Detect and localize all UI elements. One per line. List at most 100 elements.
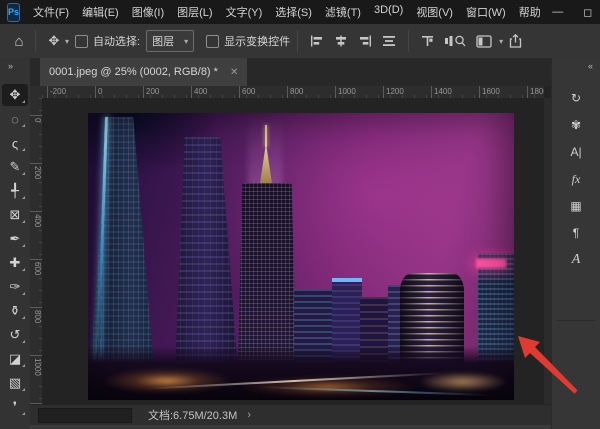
- home-icon[interactable]: ⌂: [10, 30, 28, 52]
- auto-select-value: 图层: [152, 33, 174, 49]
- ruler-label: 200: [30, 163, 42, 179]
- titlebar: Ps 文件(F) 编辑(E) 图像(I) 图层(L) 文字(Y) 选择(S) 滤镜(T) 3D…: [0, 0, 600, 24]
- zoom-percent-field[interactable]: [38, 408, 132, 423]
- auto-select-dropdown[interactable]: 图层 ▾: [146, 30, 194, 52]
- auto-select-checkbox[interactable]: [75, 35, 88, 48]
- canvas-pasteboard: [42, 98, 544, 405]
- color-panel-icon[interactable]: ✾: [563, 115, 589, 135]
- document-tab-bar: 0001.jpeg @ 25% (0002, RGB/8) * ✕: [30, 58, 552, 86]
- minimize-button[interactable]: —: [543, 6, 573, 18]
- divider: [557, 320, 595, 321]
- pink-neon-sign: [476, 259, 506, 268]
- elliptical-marquee-tool[interactable]: ◌: [2, 108, 28, 130]
- swatches-panel-icon[interactable]: ▦: [563, 196, 589, 216]
- menu-item[interactable]: 编辑(E): [80, 3, 121, 21]
- photoshop-window: Ps 文件(F) 编辑(E) 图像(I) 图层(L) 文字(Y) 选择(S) 滤镜(T) 3D…: [0, 0, 600, 429]
- separator: [35, 30, 36, 52]
- distribute-icon[interactable]: [382, 35, 396, 47]
- ruler-label: 800: [30, 307, 42, 323]
- workspace-switcher-icon[interactable]: [476, 35, 492, 48]
- panel-icon-list: ↻ ✾ A| fx ▦ ¶ A: [552, 88, 600, 270]
- eyedropper-tool[interactable]: ✒: [2, 228, 28, 250]
- separator: [297, 30, 298, 52]
- lasso-tool[interactable]: ς: [2, 132, 28, 154]
- menu-item[interactable]: 3D(D): [372, 3, 405, 21]
- document-tab-title: 0001.jpeg @ 25% (0002, RGB/8) *: [49, 66, 218, 78]
- show-transform-label: 显示变换控件: [224, 33, 290, 49]
- collapse-tools-icon[interactable]: »: [8, 61, 13, 71]
- ruler-label: 1600: [479, 86, 500, 98]
- chevron-down-icon[interactable]: ▾: [499, 37, 503, 46]
- chevron-down-icon: ▾: [184, 37, 188, 46]
- menu-item[interactable]: 文字(Y): [224, 3, 265, 21]
- paragraph-panel-icon[interactable]: ¶: [563, 223, 589, 243]
- ruler-label: -200: [47, 86, 66, 98]
- ruler-label: 600: [239, 86, 255, 98]
- move-tool[interactable]: ✥: [2, 84, 28, 106]
- ruler-label: 0: [95, 86, 102, 98]
- menu-item[interactable]: 窗口(W): [464, 3, 508, 21]
- menubar: 文件(F) 编辑(E) 图像(I) 图层(L) 文字(Y) 选择(S) 滤镜(T) 3D(D)…: [31, 3, 543, 21]
- options-bar: ⌂ ✥ ▾ 自动选择: 图层 ▾ 显示变换控件 ▾: [0, 24, 600, 59]
- show-transform-checkbox[interactable]: [206, 35, 219, 48]
- zoom-search-icon[interactable]: [444, 34, 466, 48]
- ruler-label: 200: [143, 86, 159, 98]
- ruler-label: 400: [30, 211, 42, 227]
- align-left-icon[interactable]: [310, 35, 324, 47]
- ruler-label: 1000: [30, 355, 42, 376]
- ruler-label: 1200: [383, 86, 404, 98]
- history-panel-icon[interactable]: ↻: [563, 88, 589, 108]
- gradient-tool[interactable]: ▧: [2, 372, 28, 394]
- eraser-tool[interactable]: ◪: [2, 348, 28, 370]
- document-tab[interactable]: 0001.jpeg @ 25% (0002, RGB/8) * ✕: [40, 58, 247, 86]
- menu-item[interactable]: 视图(V): [414, 3, 455, 21]
- styles-panel-icon[interactable]: fx: [563, 169, 589, 189]
- ruler-label: 1400: [431, 86, 452, 98]
- chevron-down-icon[interactable]: ▾: [65, 37, 69, 46]
- menu-item[interactable]: 图像(I): [130, 3, 166, 21]
- healing-brush-tool[interactable]: ✚: [2, 252, 28, 274]
- tools-panel: » ✥◌ς✎╃⊠✒✚✑⚱↺◪▧❜ ◐: [0, 58, 31, 429]
- annotation-arrow: [508, 328, 588, 408]
- photoshop-logo: Ps: [7, 3, 20, 22]
- crop-tool[interactable]: ╃: [2, 180, 28, 202]
- document-area: 0001.jpeg @ 25% (0002, RGB/8) * ✕ -200 0 2…: [30, 58, 552, 429]
- glyphs-panel-icon[interactable]: A: [563, 250, 589, 270]
- clone-stamp-tool[interactable]: ⚱: [2, 300, 28, 322]
- tab-close-icon[interactable]: ✕: [230, 67, 238, 78]
- document-canvas-image[interactable]: [88, 113, 514, 400]
- tool-list: ✥◌ς✎╃⊠✒✚✑⚱↺◪▧❜ ◐: [0, 84, 30, 429]
- ruler-label: 1000: [335, 86, 356, 98]
- menu-item[interactable]: 帮助: [517, 3, 543, 21]
- object-selection-tool[interactable]: ✎: [2, 156, 28, 178]
- menu-item[interactable]: 文件(F): [31, 3, 71, 21]
- character-panel-icon[interactable]: A|: [563, 142, 589, 162]
- share-icon[interactable]: [508, 34, 523, 49]
- document-size-info[interactable]: 文档:6.75M/20.3M: [148, 407, 237, 423]
- street-glow: [102, 368, 232, 394]
- align-right-icon[interactable]: [358, 35, 372, 47]
- status-bar: 文档:6.75M/20.3M ›: [30, 404, 552, 425]
- maximize-button[interactable]: ◻: [573, 6, 600, 19]
- blur-tool[interactable]: ❜: [2, 396, 28, 418]
- expand-panels-icon[interactable]: «: [588, 61, 593, 71]
- ruler-label: 1800: [527, 86, 544, 98]
- brush-tool[interactable]: ✑: [2, 276, 28, 298]
- status-chevron-icon[interactable]: ›: [247, 409, 251, 421]
- separator: [408, 30, 409, 52]
- horizontal-scrollbar[interactable]: [30, 425, 552, 429]
- menu-item[interactable]: 滤镜(T): [323, 3, 363, 21]
- ruler-label: 800: [287, 86, 303, 98]
- ruler-label: 400: [191, 86, 207, 98]
- ruler-label: 0: [30, 115, 42, 122]
- frame-tool[interactable]: ⊠: [2, 204, 28, 226]
- menu-item[interactable]: 图层(L): [175, 3, 214, 21]
- move-tool-preset-icon[interactable]: ✥: [45, 30, 63, 52]
- menu-item[interactable]: 选择(S): [273, 3, 314, 21]
- align-center-icon[interactable]: [334, 35, 348, 47]
- history-brush-tool[interactable]: ↺: [2, 324, 28, 346]
- dodge-tool[interactable]: ◐: [2, 420, 28, 429]
- ruler-label: 600: [30, 259, 42, 275]
- auto-select-label: 自动选择:: [93, 33, 140, 49]
- align-edges-icon[interactable]: [421, 35, 434, 47]
